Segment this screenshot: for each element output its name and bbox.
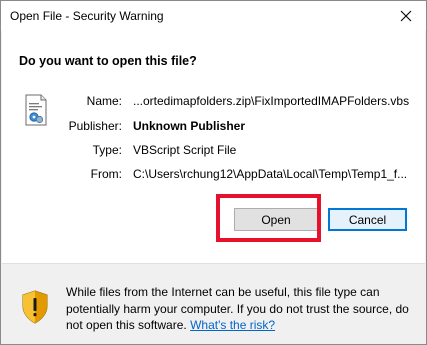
dialog-question: Do you want to open this file? (19, 54, 197, 68)
dialog-body: Do you want to open this file? Name: ...… (1, 31, 426, 344)
field-from-value: C:\Users\rchung12\AppData\Local\Temp\Tem… (133, 167, 408, 181)
field-from-row: From: C:\Users\rchung12\AppData\Local\Te… (2, 167, 425, 185)
cancel-button[interactable]: Cancel (328, 208, 407, 231)
field-type-row: Type: VBScript Script File (2, 143, 425, 161)
security-warning-message: While files from the Internet can be use… (66, 284, 416, 334)
whats-the-risk-link[interactable]: What's the risk? (190, 318, 275, 332)
title-bar: Open File - Security Warning (1, 1, 426, 31)
divider (2, 263, 425, 264)
field-publisher-label: Publisher: (68, 119, 122, 133)
close-button[interactable] (386, 1, 426, 31)
field-name-label: Name: (86, 94, 122, 108)
field-type-label: Type: (92, 143, 122, 157)
close-icon (400, 10, 412, 22)
field-publisher-value: Unknown Publisher (133, 119, 246, 133)
window-title: Open File - Security Warning (10, 9, 164, 23)
field-publisher-row: Publisher: Unknown Publisher (2, 119, 425, 137)
field-from-label: From: (90, 167, 122, 181)
security-warning-dialog: Open File - Security Warning Do you want… (0, 0, 427, 345)
security-shield-icon (22, 290, 48, 324)
open-button[interactable]: Open (234, 208, 318, 231)
field-name-row: Name: ...ortedimapfolders.zip\FixImporte… (2, 94, 425, 112)
field-name-value: ...ortedimapfolders.zip\FixImportedIMAPF… (133, 94, 410, 108)
file-info-panel: Do you want to open this file? Name: ...… (2, 31, 425, 263)
field-type-value: VBScript Script File (133, 143, 237, 157)
